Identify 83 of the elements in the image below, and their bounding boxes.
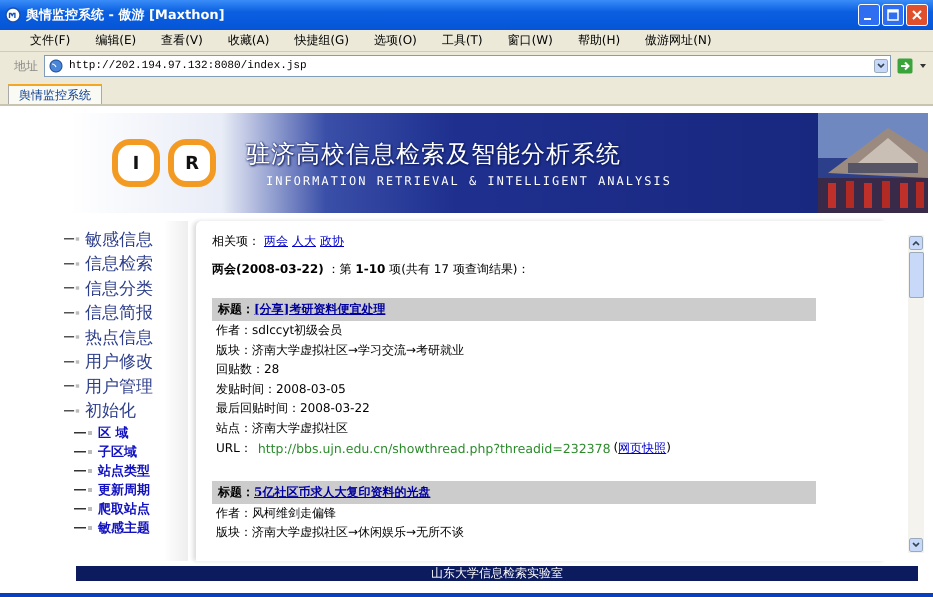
bullet-icon — [74, 430, 93, 436]
bullet-icon — [64, 310, 80, 316]
sidebar-link[interactable]: 初始化 — [85, 399, 136, 422]
result-field: 发贴时间：2008-03-05 — [212, 380, 870, 400]
maximize-icon — [887, 9, 899, 21]
scroll-thumb[interactable] — [908, 252, 924, 298]
banner-subtitle: INFORMATION RETRIEVAL & INTELLIGENT ANALYSIS — [266, 174, 672, 188]
maximize-button[interactable] — [882, 4, 904, 26]
tab[interactable]: 舆情监控系统 — [8, 84, 102, 104]
window-title: 舆情监控系统 - 傲游 [Maxthon] — [26, 6, 226, 24]
bullet-icon — [74, 468, 93, 474]
footer-text: 山东大学信息检索实验室 — [431, 566, 563, 581]
result-field: 回贴数：28 — [212, 360, 870, 380]
bullet-icon — [64, 383, 80, 390]
sidebar-link[interactable]: 更新周期 — [98, 480, 150, 498]
result-field: 版块：济南大学虚拟社区→休闲娱乐→无所不谈 — [212, 523, 870, 543]
menu-item[interactable]: 收藏(A) — [220, 32, 278, 49]
bullet-icon — [74, 506, 93, 512]
bullet-icon — [64, 285, 80, 292]
logo-drawing: I R — [112, 139, 216, 187]
bullet-icon — [64, 334, 80, 340]
go-icon[interactable] — [897, 58, 913, 74]
menu-item[interactable]: 帮助(H) — [570, 32, 628, 49]
menu-item[interactable]: 工具(T) — [434, 32, 491, 49]
bracket: ) — [666, 440, 671, 456]
minimize-button[interactable] — [858, 4, 880, 26]
bullet-icon — [64, 260, 80, 267]
url-label: URL： — [216, 440, 252, 458]
menu-item[interactable]: 选项(O) — [366, 32, 425, 49]
result-field: 最后回贴时间：2008-03-22 — [212, 399, 870, 419]
bullet-icon — [74, 524, 93, 530]
scrollbar[interactable] — [908, 235, 924, 553]
scroll-up-icon[interactable] — [909, 236, 923, 250]
sidebar-link[interactable]: 用户修改 — [85, 350, 153, 374]
address-label: 地址 — [14, 58, 38, 74]
sidebar-link[interactable]: 爬取站点 — [98, 500, 150, 518]
address-field[interactable]: http://202.194.97.132:8080/index.jsp — [44, 55, 891, 77]
bracket: ( — [614, 440, 618, 456]
related-link[interactable]: 政协 — [320, 232, 344, 250]
result-title-link[interactable]: [分享]考研资料便宜处理 — [254, 301, 386, 318]
snapshot-link[interactable]: 网页快照 — [618, 440, 666, 458]
result-field: 作者：风柯维剑走偏锋 — [212, 504, 870, 524]
menu-item[interactable]: 窗口(W) — [500, 32, 561, 49]
address-text: http://202.194.97.132:8080/index.jsp — [69, 60, 308, 72]
dropdown-icon[interactable] — [874, 59, 888, 73]
sidebar-link[interactable]: 敏感主题 — [98, 518, 150, 536]
caret-icon[interactable] — [919, 63, 927, 69]
sidebar-link[interactable]: 站点类型 — [98, 462, 150, 480]
related-link[interactable]: 两会 — [264, 232, 288, 250]
bullet-icon — [64, 236, 80, 242]
related-label: 相关项： — [212, 232, 260, 250]
banner-title: 驻济高校信息检索及智能分析系统 — [246, 139, 621, 170]
sidebar-link[interactable]: 用户管理 — [85, 374, 153, 398]
sidebar-link[interactable]: 信息简报 — [85, 301, 153, 324]
close-icon — [911, 9, 923, 21]
sidebar-link[interactable]: 信息检索 — [85, 252, 153, 276]
bullet-icon — [74, 486, 93, 492]
menu-item[interactable]: 文件(F) — [22, 32, 78, 49]
app-icon — [5, 7, 21, 23]
menu-item[interactable]: 查看(V) — [153, 32, 211, 49]
sidebar-link[interactable]: 子区域 — [98, 442, 137, 460]
result-field: 站点：济南大学虚拟社区 — [212, 418, 870, 439]
bullet-icon — [64, 408, 80, 414]
menu-item[interactable]: 快捷组(G) — [286, 32, 358, 49]
bullet-icon — [64, 358, 80, 365]
sidebar-link[interactable]: 热点信息 — [85, 326, 153, 349]
title-label: 标题： — [218, 301, 254, 318]
result-summary: 两会(2008-03-22) ：第 1-10 项(共有 17 项查询结果)： — [212, 261, 530, 278]
bullet-icon — [74, 448, 93, 454]
title-label: 标题： — [218, 484, 254, 501]
scroll-down-icon[interactable] — [909, 538, 923, 552]
sidebar-link[interactable]: 信息分类 — [85, 276, 153, 300]
related-link[interactable]: 人大 — [292, 232, 316, 250]
sidebar-link[interactable]: 敏感信息 — [85, 228, 153, 251]
minimize-icon — [864, 18, 871, 20]
menu-item[interactable]: 傲游网址(N) — [637, 32, 720, 49]
result-field: 作者：sdlccyt初级会员 — [212, 321, 870, 341]
sidebar-link[interactable]: 区 域 — [98, 424, 129, 442]
menu-item[interactable]: 编辑(E) — [87, 32, 144, 49]
result-url: http://bbs.ujn.edu.cn/showthread.php?threadid=232378 — [258, 441, 611, 456]
result-title-link[interactable]: 5亿社区币求人大复印资料的光盘 — [254, 484, 430, 501]
result-field: 版块：济南大学虚拟社区→学习交流→考研就业 — [212, 340, 870, 360]
close-button[interactable] — [906, 4, 928, 26]
